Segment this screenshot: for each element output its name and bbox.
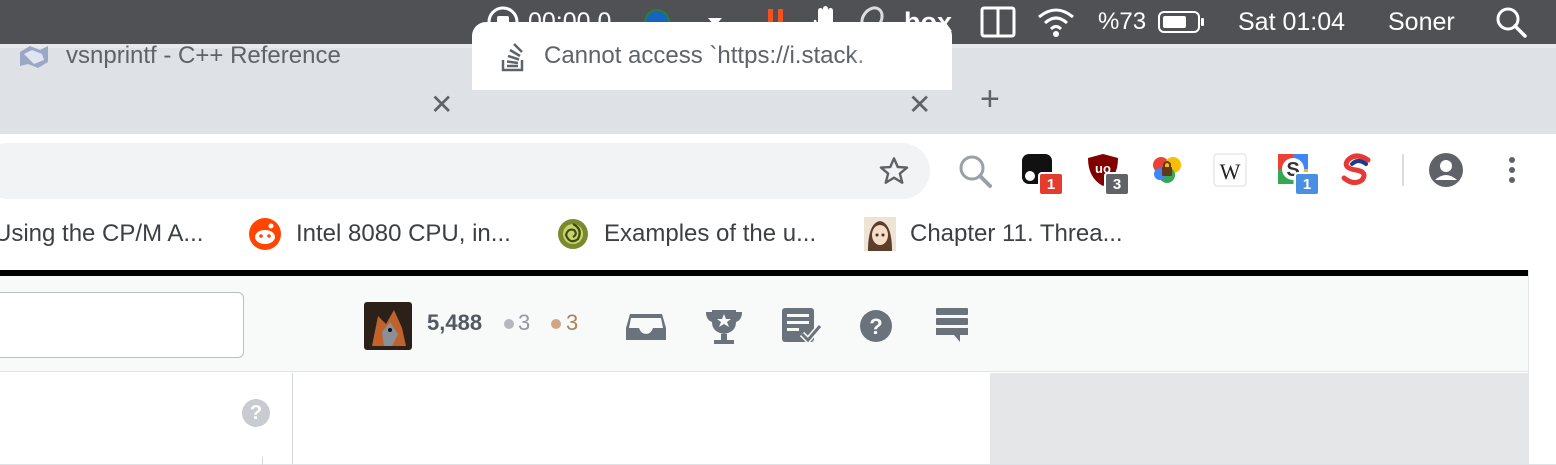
- bookmark-item[interactable]: Intel 8080 CPU, in...: [248, 206, 511, 262]
- new-tab-button[interactable]: +: [980, 80, 1000, 119]
- tab-close-icon[interactable]: ✕: [908, 88, 931, 121]
- bookmark-label: Using the CP/M A...: [0, 220, 204, 247]
- left-panel: ?: [0, 373, 293, 465]
- ext-s-red-icon[interactable]: [1340, 152, 1380, 192]
- extension-badge: 1: [1294, 172, 1320, 196]
- stackoverflow-favicon-icon: [500, 42, 528, 77]
- clock[interactable]: Sat 01:04: [1238, 0, 1345, 44]
- bookmark-label: Examples of the u...: [604, 220, 817, 247]
- panel-help-icon[interactable]: ?: [242, 399, 270, 427]
- chrome-menu-icon[interactable]: [1500, 152, 1540, 192]
- bronze-badge-dot: [551, 319, 561, 329]
- bookmark-item[interactable]: Using the CP/M A...: [0, 206, 203, 262]
- profile-avatar-icon[interactable]: [1428, 152, 1468, 192]
- spotlight-search-icon[interactable]: [1494, 0, 1528, 44]
- site-switcher-icon[interactable]: [936, 304, 982, 350]
- spiral-icon: [556, 217, 590, 251]
- tab-stackoverflow[interactable]: Cannot access `https://i.stack.: [472, 22, 952, 90]
- inbox-icon[interactable]: [624, 304, 670, 350]
- sidebar-gray-area: [990, 373, 1528, 464]
- toolbar-divider: [1402, 154, 1404, 186]
- tab-close-icon[interactable]: ✕: [430, 88, 453, 121]
- tab-vsnprintf[interactable]: vsnprintf - C++ Reference: [0, 22, 470, 90]
- bookmark-star-icon[interactable]: [878, 155, 910, 192]
- site-search-input[interactable]: [0, 292, 244, 358]
- user-name[interactable]: Soner: [1388, 0, 1455, 44]
- extension-badge: 1: [1038, 172, 1064, 196]
- bookmark-label: Chapter 11. Threa...: [910, 220, 1123, 247]
- ext-black-icon[interactable]: 1: [1020, 152, 1064, 196]
- review-queue-icon[interactable]: [780, 304, 826, 350]
- zoom-search-icon[interactable]: [956, 152, 996, 192]
- tab-title: vsnprintf - C++ Reference: [66, 42, 341, 69]
- extension-badge: 3: [1104, 172, 1130, 196]
- bookmark-label: Intel 8080 CPU, in...: [296, 220, 511, 247]
- lock-extension-icon[interactable]: [1150, 152, 1190, 192]
- battery-percent: %73: [1098, 8, 1147, 35]
- bronze-badge-count: 3: [566, 310, 579, 335]
- battery-icon[interactable]: [1158, 0, 1206, 44]
- panel-help-label: ?: [249, 401, 263, 424]
- ext-s-icon[interactable]: S 1: [1276, 152, 1320, 196]
- address-bar[interactable]: [0, 143, 930, 199]
- reddit-icon: [248, 217, 282, 251]
- bookmarks-bar: Using the CP/M A... Intel 8080 CPU, in..…: [0, 206, 1556, 270]
- achievements-trophy-icon[interactable]: [702, 304, 748, 350]
- bookmark-item[interactable]: Chapter 11. Threa...: [864, 206, 1123, 262]
- toolbar: [0, 134, 1556, 206]
- anime-avatar-icon: [864, 217, 896, 251]
- reputation-count: 5,488: [427, 310, 483, 335]
- cplusplus-favicon-icon: [18, 42, 50, 75]
- tab-title: Cannot access `https://i.stack.: [544, 42, 865, 69]
- silver-badge-dot: [504, 319, 514, 329]
- page-scrollbar[interactable]: [1528, 270, 1556, 464]
- svg-text:?: ?: [869, 314, 882, 339]
- wikipedia-icon[interactable]: W: [1212, 152, 1252, 192]
- svg-text:W: W: [1220, 159, 1241, 184]
- user-avatar[interactable]: [364, 302, 412, 350]
- help-icon[interactable]: ?: [858, 304, 904, 350]
- wifi-icon[interactable]: [1036, 0, 1076, 44]
- bookmark-item[interactable]: Examples of the u...: [556, 206, 816, 262]
- ublock-icon[interactable]: uo 3: [1086, 152, 1130, 196]
- split-view-icon[interactable]: [980, 0, 1016, 44]
- silver-badge-count: 3: [518, 310, 531, 335]
